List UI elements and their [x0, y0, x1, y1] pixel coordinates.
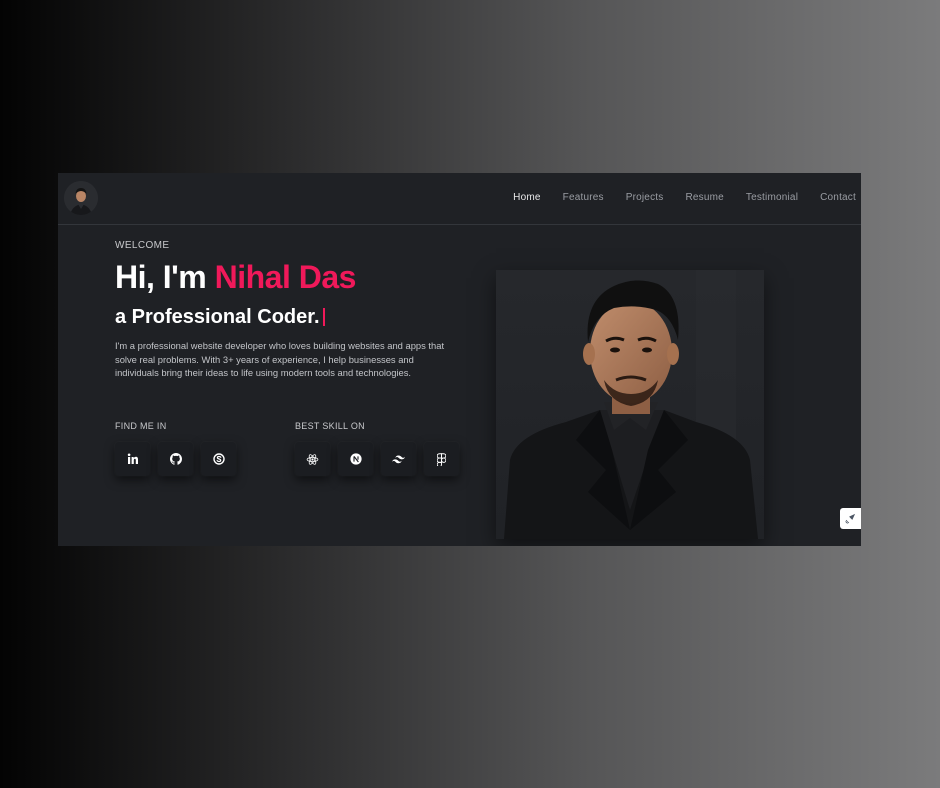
linkedin-button[interactable]	[115, 442, 150, 476]
best-skill-label: BEST SKILL ON	[295, 421, 365, 431]
nav-links: Home Features Projects Resume Testimonia…	[491, 192, 856, 203]
nav-projects[interactable]: Projects	[626, 192, 664, 203]
rocket-icon	[845, 513, 856, 524]
profile-photo	[496, 270, 764, 539]
social-links	[115, 442, 244, 476]
skype-button[interactable]	[201, 442, 236, 476]
nav-testimonial[interactable]: Testimonial	[746, 192, 798, 203]
hero-name: Nihal Das	[214, 259, 357, 295]
github-button[interactable]	[158, 442, 193, 476]
react-skill[interactable]	[295, 442, 330, 476]
find-me-label: FIND ME IN	[115, 421, 167, 431]
figma-skill[interactable]	[424, 442, 459, 476]
nextjs-skill[interactable]	[338, 442, 373, 476]
nav-features[interactable]: Features	[563, 192, 604, 203]
nav-contact[interactable]: Contact	[820, 192, 856, 203]
portfolio-window: Home Features Projects Resume Testimonia…	[58, 173, 861, 546]
navbar: Home Features Projects Resume Testimonia…	[58, 173, 861, 225]
figma-icon	[437, 452, 446, 466]
logo-avatar[interactable]	[64, 181, 98, 215]
hero-subtitle: a Professional Coder.	[115, 306, 325, 329]
nav-home[interactable]: Home	[513, 192, 540, 203]
react-icon	[306, 453, 319, 465]
welcome-label: WELCOME	[115, 240, 170, 251]
nav-resume[interactable]: Resume	[685, 192, 723, 203]
github-icon	[169, 453, 182, 465]
hero-title: Hi, I'm Nihal Das	[115, 259, 356, 296]
scroll-to-top-button[interactable]	[840, 508, 861, 529]
linkedin-icon	[127, 453, 138, 464]
typing-cursor	[322, 308, 325, 326]
tailwind-skill[interactable]	[381, 442, 416, 476]
hero-subtitle-text: a Professional Coder.	[115, 306, 320, 328]
nextjs-icon	[349, 453, 362, 465]
hero-greeting: Hi, I'm	[115, 259, 215, 295]
tailwind-icon	[392, 454, 405, 463]
hero-description: I'm a professional website developer who…	[115, 340, 445, 378]
skill-icons	[295, 442, 467, 476]
skype-icon	[212, 453, 225, 465]
